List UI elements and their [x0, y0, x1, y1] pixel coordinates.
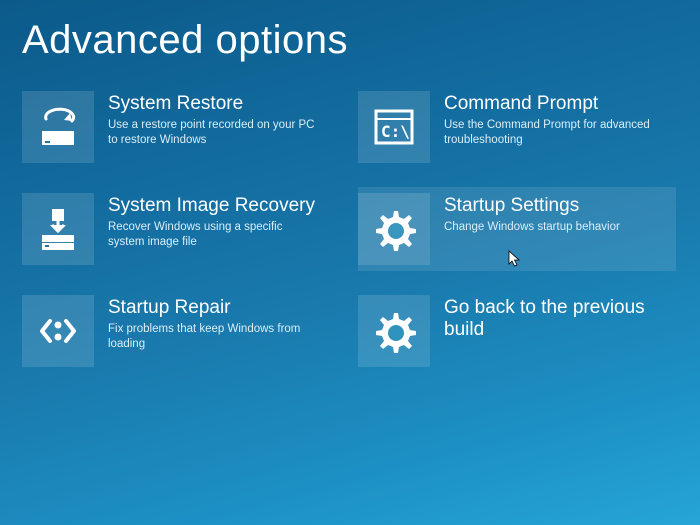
tile-desc: Recover Windows using a specific system …	[108, 220, 318, 250]
code-brackets-icon	[22, 295, 94, 367]
gear-icon	[358, 295, 430, 367]
tile-title: Go back to the previous build	[444, 297, 668, 341]
tile-desc: Change Windows startup behavior	[444, 220, 654, 235]
tile-startup-settings[interactable]: Startup Settings Change Windows startup …	[358, 187, 676, 271]
option-grid: System Restore Use a restore point recor…	[0, 63, 700, 373]
page-title: Advanced options	[0, 0, 700, 63]
system-image-recovery-icon	[22, 193, 94, 265]
tile-title: Command Prompt	[444, 93, 668, 115]
tile-go-back-previous-build[interactable]: Go back to the previous build	[358, 289, 676, 373]
gear-icon	[358, 193, 430, 265]
system-restore-icon	[22, 91, 94, 163]
tile-command-prompt[interactable]: C:\ Command Prompt Use the Command Promp…	[358, 85, 676, 169]
tile-title: Startup Repair	[108, 297, 332, 319]
command-prompt-icon: C:\	[358, 91, 430, 163]
tile-desc: Use a restore point recorded on your PC …	[108, 118, 318, 148]
tile-title: Startup Settings	[444, 195, 668, 217]
tile-system-restore[interactable]: System Restore Use a restore point recor…	[22, 85, 340, 169]
tile-startup-repair[interactable]: Startup Repair Fix problems that keep Wi…	[22, 289, 340, 373]
tile-title: System Image Recovery	[108, 195, 332, 217]
tile-desc: Fix problems that keep Windows from load…	[108, 322, 318, 352]
svg-text:C:\: C:\	[381, 122, 410, 141]
tile-desc: Use the Command Prompt for advanced trou…	[444, 118, 654, 148]
tile-system-image-recovery[interactable]: System Image Recovery Recover Windows us…	[22, 187, 340, 271]
tile-title: System Restore	[108, 93, 332, 115]
